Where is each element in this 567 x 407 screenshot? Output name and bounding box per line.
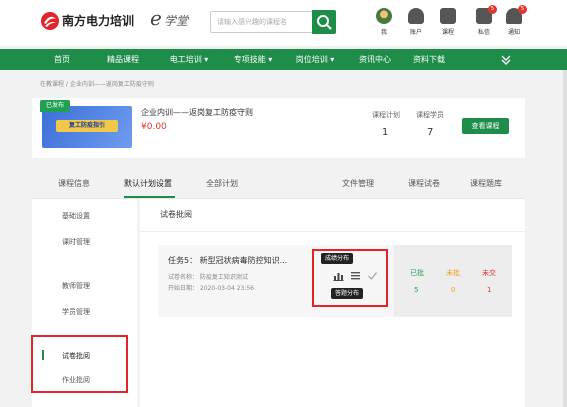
notification-label: 通知 [507,29,520,36]
tab-all-plans[interactable]: 全部计划 [206,178,238,189]
page-title: 试卷批阅 [160,210,192,219]
course-card: 复工防疫指引 已发布 企业内训——返岗复工防疫守则 ¥0.00 课程计划 1 课… [32,98,525,158]
unreviewed-value: 0 [451,286,456,294]
message-label: 私信 [477,29,490,36]
logo-text: 南方电力培训 [62,14,135,28]
nav-premium-courses[interactable]: 精品课程 [98,49,148,70]
tab-question-bank[interactable]: 课程题库 [470,178,502,189]
reviewed-value: 5 [414,286,419,294]
plan-count-value: 1 [382,127,389,138]
active-tab-indicator [124,196,175,198]
task-paper-name: 试卷名称： 防疫复工知识测试 [168,274,248,281]
reviewed-label: 已批 [410,269,424,277]
highlight-box-side [31,335,128,393]
avatar [376,8,392,24]
message-button[interactable]: 5 私信 [470,5,498,42]
review-counts: 已批 5 未批 0 未交 1 [394,245,512,317]
nav-special-skills[interactable]: 专项技能 ▾ [224,49,282,70]
highlight-box-tools [312,249,388,307]
nav-more-button[interactable] [496,49,516,70]
scrollbar[interactable] [563,70,567,407]
profile-menu[interactable]: 我 [370,8,398,42]
side-item-student-management[interactable]: 学员管理 [62,307,90,317]
thumbnail-title: 复工防疫指引 [56,120,118,132]
student-count-label: 课程学员 [416,111,444,119]
message-icon: 5 [476,5,497,24]
tab-file-management[interactable]: 文件管理 [342,178,374,189]
message-badge: 5 [488,5,497,14]
nav-downloads[interactable]: 资料下载 [404,49,454,70]
course-button[interactable]: 课程 [434,8,462,42]
main-nav: 首页 精品课程 电工培训 ▾ 专项技能 ▾ 岗位培训 ▾ 资讯中心 资料下载 [0,49,567,70]
logo-icon [41,12,59,30]
search-input[interactable]: 请输入感兴趣的课程名 [210,11,312,33]
account-label: 账户 [409,29,422,36]
profile-label: 我 [380,29,387,36]
notification-badge: 5 [518,5,527,14]
course-thumbnail[interactable]: 复工防疫指引 [42,106,132,148]
search-button[interactable] [312,10,336,34]
account-button[interactable]: 账户 [402,8,430,42]
breadcrumb: 在教课程 / 企业内训——返岗复工防疫守则 [40,81,154,88]
unsubmitted-label: 未交 [482,269,496,277]
notification-button[interactable]: 5 通知 [500,5,528,42]
unreviewed-label: 未批 [446,269,460,277]
top-header: 南方电力培训 e 学堂 请输入感兴趣的课程名 我 账户 课程 5 私信 5 通知 [0,0,567,46]
account-icon [408,8,424,24]
status-badge: 已发布 [40,100,70,112]
search-icon [317,15,332,30]
course-label: 课程 [441,29,454,36]
student-count-value: 7 [427,127,434,138]
tab-course-info[interactable]: 课程信息 [58,178,90,189]
view-course-button[interactable]: 查看课程 [462,118,509,134]
nav-news-center[interactable]: 资讯中心 [350,49,400,70]
course-title: 企业内训——返岗复工防疫守则 [141,108,253,117]
title-divider [140,231,525,232]
double-chevron-down-icon [501,55,511,65]
side-item-lesson-management[interactable]: 课时管理 [62,237,90,247]
course-price: ¥0.00 [141,122,167,132]
logo-sub: 学堂 [164,14,189,28]
notification-icon: 5 [506,5,527,24]
task-title[interactable]: 任务5： 新型冠状病毒防控知识... [168,255,287,266]
plan-count-label: 课程计划 [372,111,400,119]
side-item-teacher-management[interactable]: 教师管理 [62,281,90,291]
tab-course-papers[interactable]: 课程试卷 [408,178,440,189]
nav-electrician-training[interactable]: 电工培训 ▾ [160,49,218,70]
side-item-basic-settings[interactable]: 基础设置 [62,211,90,221]
unsubmitted-value: 1 [487,286,492,294]
course-icon [440,8,456,24]
tab-default-plan[interactable]: 默认计划设置 [124,178,172,189]
nav-job-training[interactable]: 岗位培训 ▾ [286,49,344,70]
task-start-date: 开始日期： 2020-03-04 23:56 [168,285,254,292]
logo-e: e [150,6,162,30]
nav-home[interactable]: 首页 [40,49,84,70]
